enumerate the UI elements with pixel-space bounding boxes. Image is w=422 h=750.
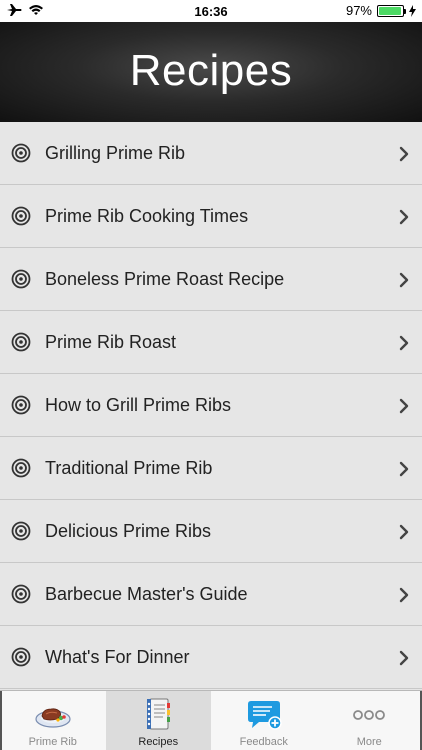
tab-more[interactable]: More (317, 691, 422, 750)
steak-plate-icon (35, 708, 71, 728)
list-item-label: What's For Dinner (45, 646, 190, 667)
recipe-item-4[interactable]: How to Grill Prime Ribs (0, 374, 422, 437)
list-item-label: Boneless Prime Roast Recipe (45, 268, 285, 289)
list-item-label: Delicious Prime Ribs (45, 520, 212, 541)
tab-label: Recipes (138, 736, 179, 748)
recipe-item-8[interactable]: What's For Dinner (0, 626, 422, 689)
charging-bolt-icon (409, 4, 416, 17)
chevron-right-icon (399, 587, 409, 603)
recipe-item-5[interactable]: Traditional Prime Rib (0, 437, 422, 500)
list-item-label: How to Grill Prime Ribs (45, 394, 232, 415)
chevron-right-icon (399, 650, 409, 666)
list-item-label: Barbecue Master's Guide (45, 583, 248, 604)
target-icon (11, 584, 31, 604)
target-icon (11, 269, 31, 289)
target-icon (11, 206, 31, 226)
target-icon (11, 521, 31, 541)
target-icon (11, 395, 31, 415)
chevron-right-icon (399, 146, 409, 162)
list-item-label: Grilling Prime Rib (45, 142, 186, 163)
target-icon (11, 332, 31, 352)
tab-label: Feedback (239, 736, 288, 748)
recipe-item-7[interactable]: Barbecue Master's Guide (0, 563, 422, 626)
chevron-right-icon (399, 524, 409, 540)
status-right: 97% (346, 3, 416, 18)
page-title: Recipes (129, 46, 293, 95)
battery-fill (379, 6, 402, 15)
list-item-label: Prime Rib Roast (45, 331, 177, 352)
list-item-label: Prime Rib Cooking Times (45, 205, 249, 226)
chat-bubble-plus-icon (247, 701, 282, 730)
more-dots-icon (353, 710, 386, 720)
target-icon (11, 647, 31, 667)
recipe-item-6[interactable]: Delicious Prime Ribs (0, 500, 422, 563)
battery-percent: 97% (345, 3, 372, 18)
recipe-item-3[interactable]: Prime Rib Roast (0, 311, 422, 374)
tab-label: Prime Rib (28, 736, 77, 748)
target-icon (11, 143, 31, 163)
chevron-right-icon (399, 398, 409, 414)
status-bar: 16:36 97% (0, 0, 422, 22)
battery-icon (377, 4, 406, 17)
chevron-right-icon (399, 272, 409, 288)
tab-feedback[interactable]: Feedback (211, 691, 317, 750)
list-item-label: Traditional Prime Rib (45, 457, 213, 478)
chevron-right-icon (399, 461, 409, 477)
recipe-item-2[interactable]: Boneless Prime Roast Recipe (0, 248, 422, 311)
tab-bar: Prime Rib Recipes Feedback More (0, 690, 422, 750)
tab-recipes[interactable]: Recipes (105, 691, 211, 750)
target-icon (11, 458, 31, 478)
recipe-book-icon (147, 698, 171, 730)
recipe-item-0[interactable]: Grilling Prime Rib (0, 122, 422, 185)
chevron-right-icon (399, 209, 409, 225)
chevron-right-icon (399, 335, 409, 351)
tab-label: More (356, 736, 382, 748)
recipe-list: Grilling Prime Rib Prime Rib Cooking Tim… (0, 122, 422, 690)
nav-header: Recipes (0, 22, 422, 122)
tab-prime-rib[interactable]: Prime Rib (0, 691, 106, 750)
recipe-item-1[interactable]: Prime Rib Cooking Times (0, 185, 422, 248)
